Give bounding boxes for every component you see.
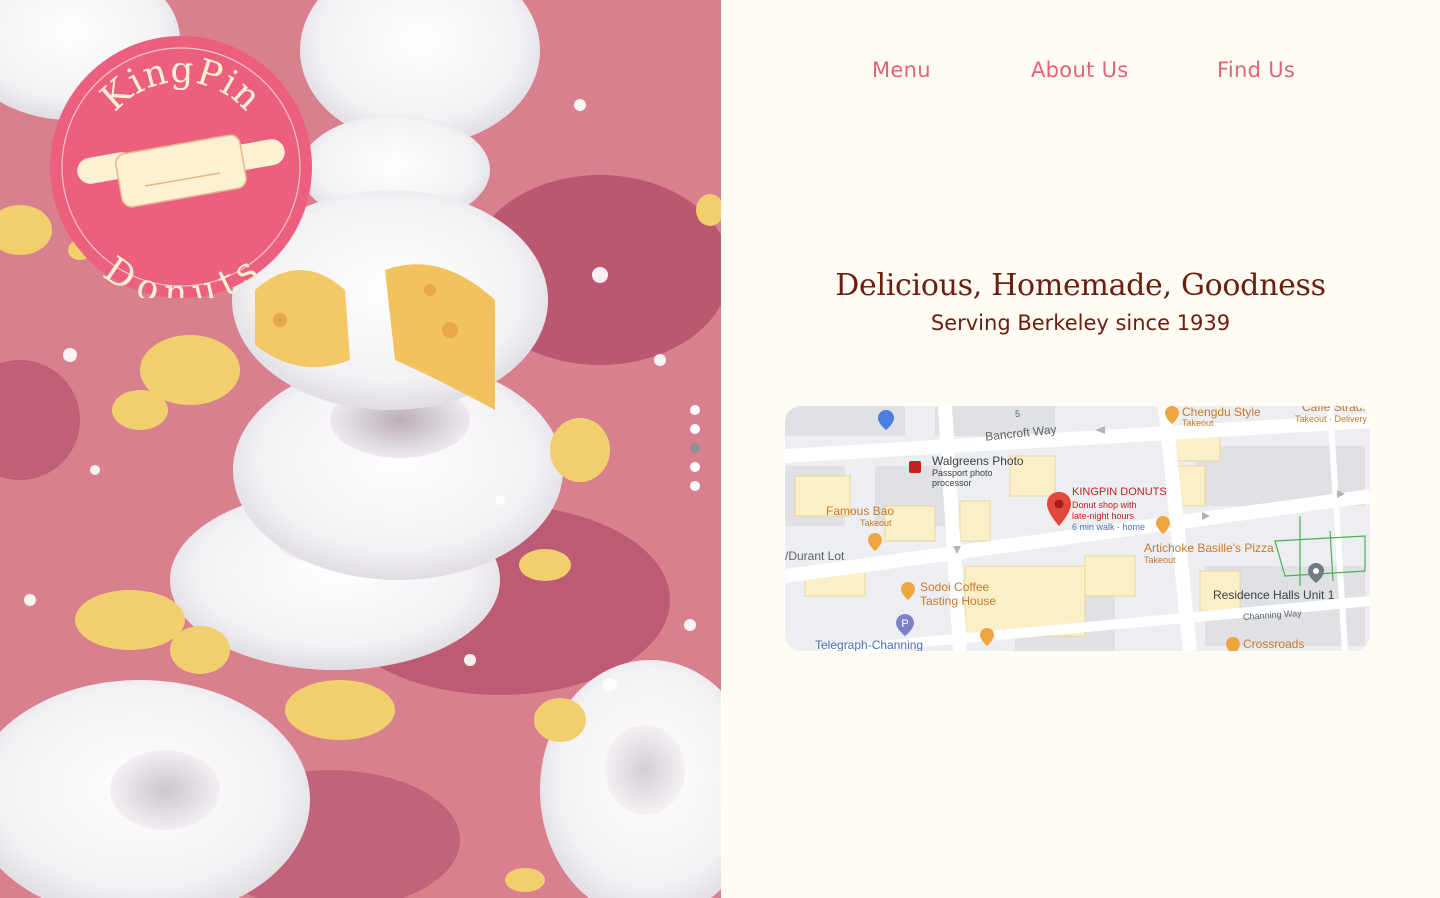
poi-sublabel: Takeout · Delivery xyxy=(1295,414,1368,424)
poi-label: Sodoi Coffee Tasting House xyxy=(920,580,997,608)
main-pin-desc: Donut shop with xyxy=(1072,500,1137,510)
main-pin-desc: late-night hours xyxy=(1072,511,1135,521)
location-map[interactable]: Bancroft Way /Durant Lot Channing Way 5 … xyxy=(785,406,1370,651)
poi-sublabel: Takeout xyxy=(860,518,892,528)
nav-find-us-link[interactable]: Find Us xyxy=(1217,58,1295,82)
nav-about-us-link[interactable]: About Us xyxy=(1031,58,1128,82)
slide-dot-5[interactable] xyxy=(690,481,700,491)
poi-sublabel: Takeout xyxy=(1144,555,1176,565)
slide-indicator xyxy=(690,405,700,491)
poi-label: Famous Bao xyxy=(826,504,895,518)
slide-dot-3[interactable] xyxy=(690,443,700,453)
slide-dot-1[interactable] xyxy=(690,405,700,415)
page-headline: Delicious, Homemade, Goodness xyxy=(835,268,1326,303)
poi-label: Walgreens Photo xyxy=(932,454,1024,468)
street-label: /Durant Lot xyxy=(785,549,845,563)
poi-label: Telegraph-Channing xyxy=(815,638,924,651)
poi-label: Artichoke Basille's Pizza xyxy=(1144,541,1274,555)
poi-label: Crossroads xyxy=(1243,637,1305,651)
main-pin-walk: 6 min walk · home xyxy=(1072,522,1146,532)
svg-text:P: P xyxy=(901,618,908,630)
slide-dot-4[interactable] xyxy=(690,462,700,472)
poi-label: Caffe Strada xyxy=(1302,406,1370,414)
kingpin-donuts-logo[interactable]: KingPin Donuts xyxy=(50,36,312,298)
walgreens-icon[interactable] xyxy=(909,461,921,473)
nav-menu-link[interactable]: Menu xyxy=(872,58,931,82)
street-label: 5 xyxy=(1015,409,1021,419)
hero-image-panel: KingPin Donuts xyxy=(0,0,721,898)
main-nav: Menu About Us Find Us xyxy=(721,58,1440,90)
poi-label: Residence Halls Unit 1 xyxy=(1213,588,1335,602)
main-pin-label: KINGPIN DONUTS xyxy=(1072,486,1167,498)
poi-sublabel: Takeout xyxy=(1182,418,1214,428)
poi-sublabel: Passport photo processor xyxy=(932,468,993,488)
page-subheadline: Serving Berkeley since 1939 xyxy=(930,311,1231,335)
slide-dot-2[interactable] xyxy=(690,424,700,434)
